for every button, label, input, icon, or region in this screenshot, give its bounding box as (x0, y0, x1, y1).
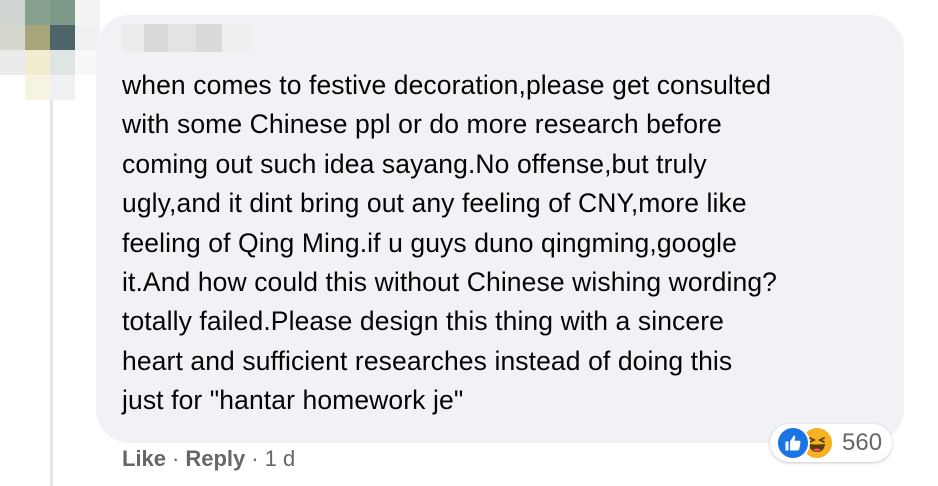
avatar-pixel (50, 25, 75, 50)
reply-button[interactable]: Reply (185, 446, 245, 472)
author-name-blurred[interactable] (122, 24, 252, 52)
avatar-pixel (0, 0, 25, 25)
author-name-blur-block (196, 24, 222, 52)
thread-line (50, 96, 53, 486)
like-reaction-icon (776, 426, 810, 460)
comment-thread: when comes to festive decoration,please … (0, 0, 938, 486)
avatar-pixel (0, 25, 25, 50)
avatar-pixel (50, 75, 75, 100)
reaction-count: 560 (842, 429, 883, 456)
avatar-pixel (25, 50, 50, 75)
avatar-pixel (50, 50, 75, 75)
avatar-pixel (25, 75, 50, 100)
separator: · (172, 446, 180, 471)
comment-text: when comes to festive decoration,please … (122, 70, 778, 416)
avatar-pixel (0, 50, 25, 75)
avatar-pixel (0, 75, 25, 100)
avatar-pixel (25, 25, 50, 50)
timestamp[interactable]: 1 d (265, 446, 296, 472)
author-name-blur-block (144, 24, 168, 52)
separator: · (251, 446, 259, 471)
avatar-pixel (50, 0, 75, 25)
avatar-pixel (25, 0, 50, 25)
avatar[interactable] (0, 0, 100, 100)
author-name-blur-block (122, 24, 144, 52)
author-name-blur-block (222, 24, 252, 52)
author-name-blur-block (168, 24, 196, 52)
avatar-pixel (75, 0, 100, 25)
like-button[interactable]: Like (122, 446, 166, 472)
comment-actions: Like · Reply · 1 d (122, 446, 295, 472)
reactions-summary[interactable]: 560 (770, 424, 893, 462)
